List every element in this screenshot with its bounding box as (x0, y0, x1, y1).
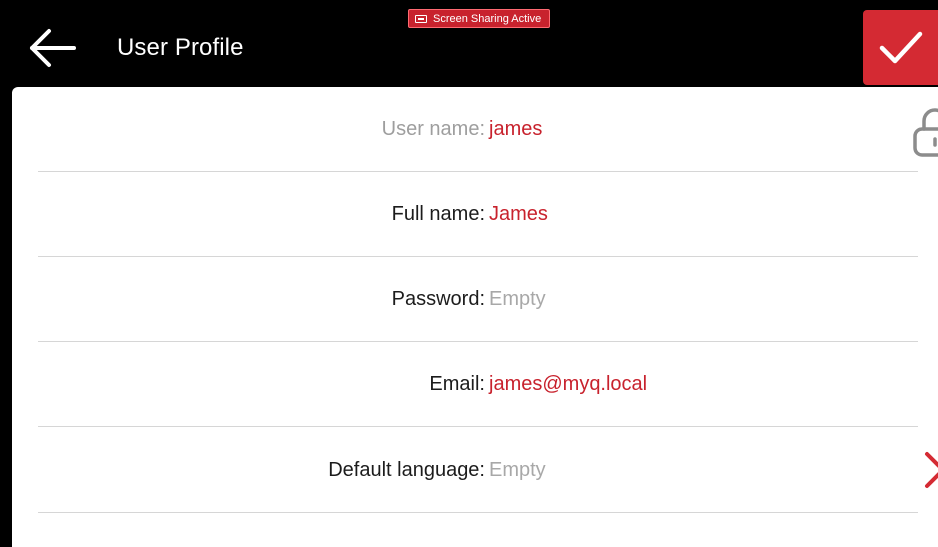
email-row[interactable]: Email: james@myq.local (38, 342, 918, 427)
password-label: Password: (391, 288, 485, 310)
app-window: User Profile Screen Sharing Active User … (0, 0, 938, 547)
fullname-row[interactable]: Full name: James (38, 172, 918, 257)
screen-sharing-badge: Screen Sharing Active (408, 9, 551, 28)
checkmark-icon (879, 31, 922, 63)
chevron-right-icon[interactable] (917, 450, 938, 490)
default-language-row[interactable]: Default language: Empty (38, 428, 938, 513)
fullname-value: James (489, 203, 548, 225)
profile-panel: User name: james Full name: James Passwo… (12, 87, 938, 547)
default-language-label: Default language: (328, 459, 485, 481)
password-row[interactable]: Password: Empty (38, 257, 918, 342)
top-bar: User Profile Screen Sharing Active (0, 0, 938, 88)
password-value: Empty (489, 288, 546, 310)
default-language-value: Empty (489, 459, 546, 481)
lock-icon (913, 108, 938, 157)
page-title: User Profile (117, 34, 244, 61)
email-value: james@myq.local (489, 373, 648, 395)
arrow-left-icon (30, 29, 76, 67)
confirm-button[interactable] (863, 10, 938, 85)
username-row: User name: james (38, 87, 938, 172)
screen-sharing-label: Screen Sharing Active (433, 12, 542, 25)
fullname-label: Full name: (391, 203, 485, 225)
username-label: User name: (381, 118, 485, 140)
email-label: Email: (429, 373, 485, 395)
screen-share-icon (415, 14, 427, 23)
back-button[interactable] (22, 22, 78, 74)
username-value: james (489, 118, 543, 140)
